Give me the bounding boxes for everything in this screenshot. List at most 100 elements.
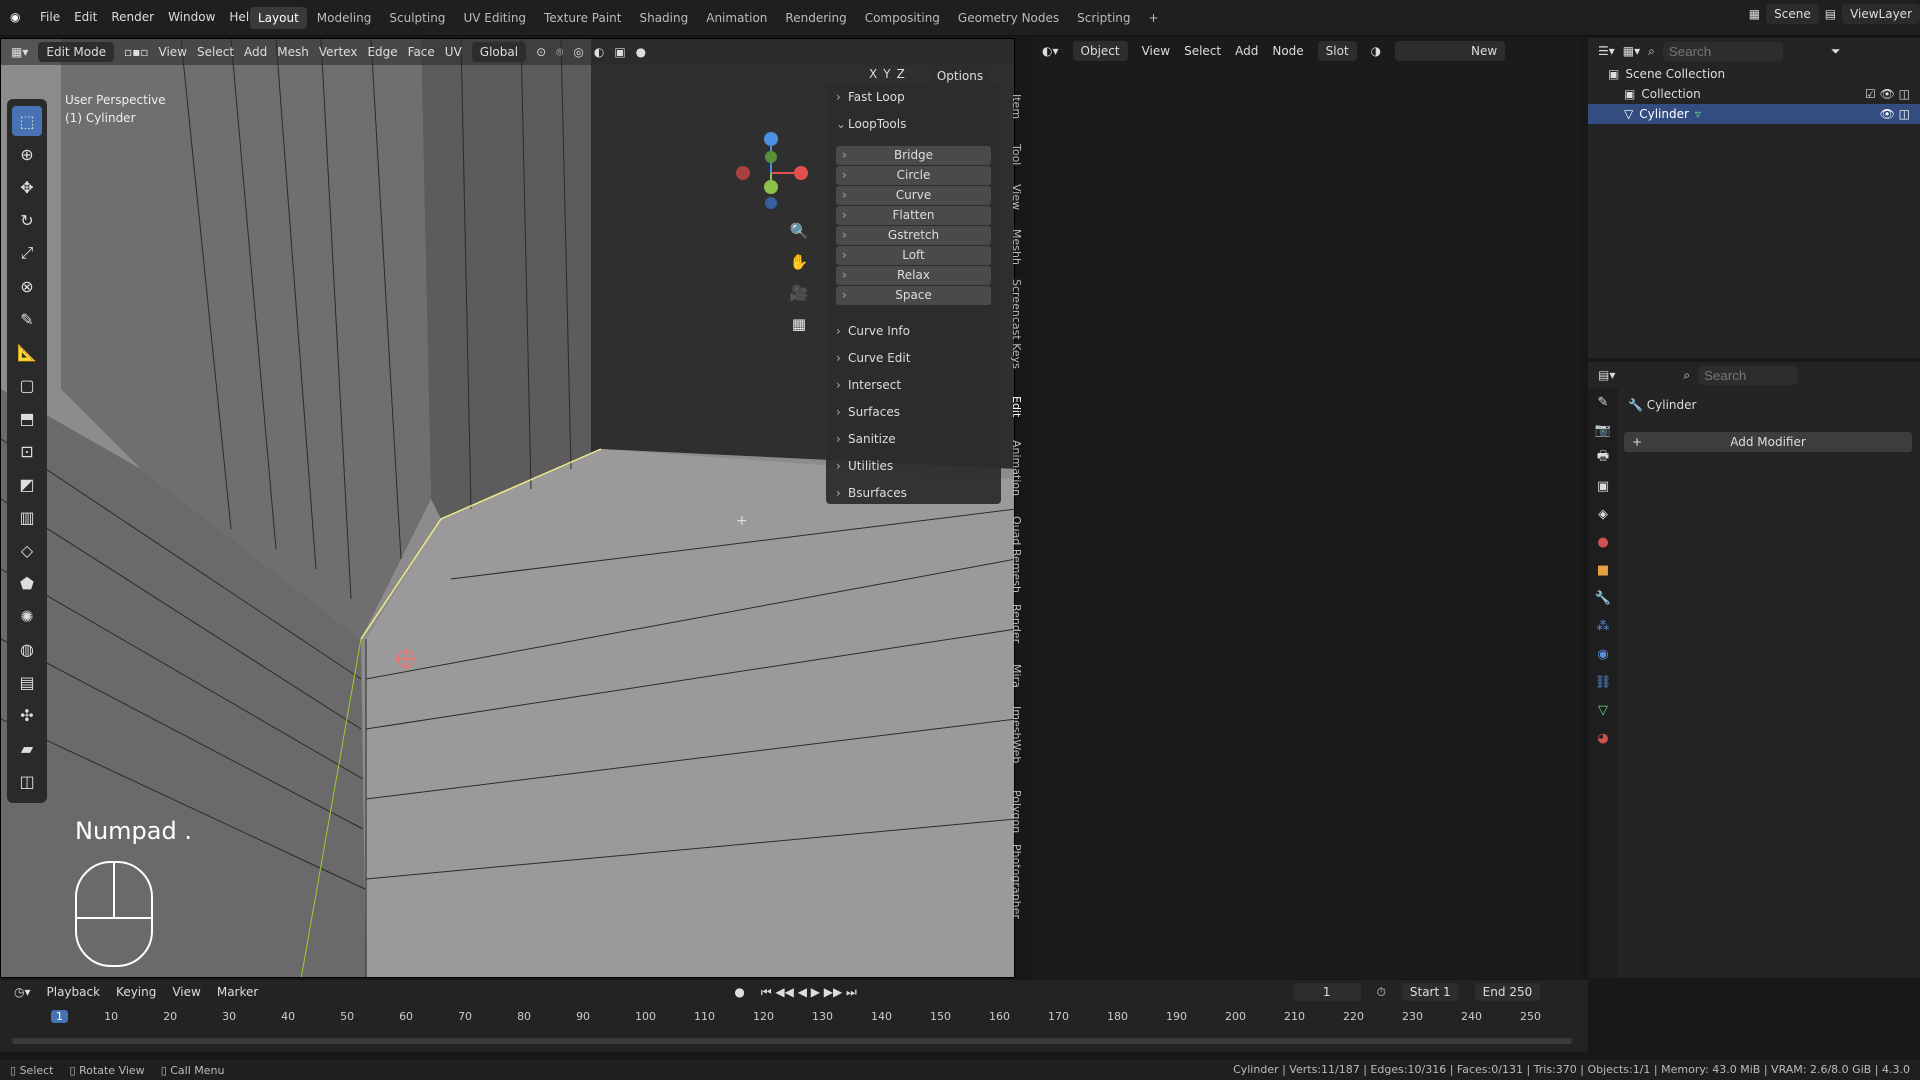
view-layer-icon[interactable]: ▣ <box>1588 472 1618 500</box>
material-browse-icon[interactable]: ◑ <box>1371 44 1381 58</box>
spin-tool-icon[interactable]: ✺ <box>12 601 42 631</box>
overlay-icon[interactable]: ◐ <box>594 45 604 59</box>
modifier-wrench-icon[interactable]: 🔧 <box>1588 584 1618 612</box>
tab-modeling[interactable]: Modeling <box>309 7 380 29</box>
display-mode-icon[interactable]: ▦▾ <box>1623 44 1640 58</box>
looptools-curve-button[interactable]: › Curve <box>836 186 991 205</box>
edge-slide-tool-icon[interactable]: ▤ <box>12 667 42 697</box>
tab-shading[interactable]: Shading <box>631 7 696 29</box>
blender-logo-icon[interactable]: ◉ <box>10 10 26 26</box>
add-modifier-button[interactable]: + Add Modifier <box>1624 432 1912 452</box>
menu-edit[interactable]: Edit <box>74 10 97 26</box>
outliner-cylinder[interactable]: ▽ Cylinder ▿ 👁 ◫ <box>1588 104 1920 124</box>
add-cube-tool-icon[interactable]: ▢ <box>12 370 42 400</box>
move-tool-icon[interactable]: ✥ <box>12 172 42 202</box>
extrude-tool-icon[interactable]: ⬒ <box>12 403 42 433</box>
editor-type-icon[interactable]: ▦▾ <box>11 45 28 59</box>
transform-tool-icon[interactable]: ⊗ <box>12 271 42 301</box>
render-icon[interactable]: 📷 <box>1588 416 1618 444</box>
properties-search-input[interactable] <box>1698 365 1799 385</box>
tab-render[interactable]: Render <box>1003 604 1023 643</box>
tab-tool[interactable]: Tool <box>1003 144 1023 165</box>
world-icon[interactable]: ● <box>1588 528 1618 556</box>
scale-tool-icon[interactable]: ⤢ <box>12 238 42 268</box>
poly-build-tool-icon[interactable]: ⬟ <box>12 568 42 598</box>
record-icon[interactable]: ● <box>734 985 744 999</box>
shading-solid-icon[interactable]: ● <box>636 45 646 59</box>
node-editor-type-icon[interactable]: ◐▾ <box>1042 44 1059 58</box>
timeline-menu-playback[interactable]: Playback <box>47 985 101 999</box>
mesh-data-icon[interactable]: ▽ <box>1588 696 1618 724</box>
cursor-tool-icon[interactable]: ⊕ <box>12 139 42 169</box>
tab-screencast-keys[interactable]: Screencast Keys <box>1003 279 1023 369</box>
current-frame-field[interactable]: 1 <box>1292 983 1361 1001</box>
bevel-tool-icon[interactable]: ◩ <box>12 469 42 499</box>
tab-imeshweb[interactable]: ImeshWeb <box>1003 706 1023 763</box>
tab-animation[interactable]: Animation <box>1003 440 1023 496</box>
proportional-icon[interactable]: ◎ <box>573 45 583 59</box>
tab-quad-remesh[interactable]: Quad Remesh <box>1003 516 1023 593</box>
camera-icon[interactable]: 🎥 <box>785 279 813 307</box>
tool-settings-icon[interactable]: ✎ <box>1588 388 1618 416</box>
looptools-space-button[interactable]: › Space <box>836 286 991 305</box>
looptools-loft-button[interactable]: › Loft <box>836 246 991 265</box>
tab-edit[interactable]: Edit <box>1003 396 1023 417</box>
tab-item[interactable]: Item <box>1003 94 1023 119</box>
timeline-ruler[interactable]: 1 10 20 30 40 50 60 70 80 90 100 110 120 130 140 150 160… <box>0 1010 1588 1030</box>
material-icon[interactable]: ◕ <box>1588 724 1618 752</box>
outliner-type-icon[interactable]: ☰▾ <box>1598 44 1615 58</box>
panel-curve-edit[interactable]: › Curve Edit <box>836 351 910 365</box>
loop-cut-tool-icon[interactable]: ▥ <box>12 502 42 532</box>
inset-tool-icon[interactable]: ⊡ <box>12 436 42 466</box>
panel-utilities[interactable]: › Utilities <box>836 459 893 473</box>
tab-texture-paint[interactable]: Texture Paint <box>536 7 629 29</box>
vp-menu-face[interactable]: Face <box>408 45 435 59</box>
viewlayer-field[interactable]: ViewLayer <box>1842 4 1920 24</box>
axis-x-toggle[interactable]: X <box>869 67 877 85</box>
pan-hand-icon[interactable]: ✋ <box>785 248 813 276</box>
add-workspace-button[interactable]: + <box>1141 7 1167 29</box>
scene-field[interactable]: Scene <box>1766 4 1819 24</box>
tab-geometry-nodes[interactable]: Geometry Nodes <box>950 7 1067 29</box>
shader-object-selector[interactable]: Object <box>1072 41 1128 61</box>
node-menu-view[interactable]: View <box>1142 44 1170 58</box>
xray-icon[interactable]: ▣ <box>614 45 625 59</box>
select-box-tool-icon[interactable]: ⬚ <box>12 106 42 136</box>
particles-icon[interactable]: ⁂ <box>1588 612 1618 640</box>
properties-type-icon[interactable]: ▤▾ <box>1598 368 1615 382</box>
pivot-icon[interactable]: ⊙ <box>536 45 546 59</box>
menu-render[interactable]: Render <box>111 10 154 26</box>
grid-perspective-icon[interactable]: ▦ <box>785 310 813 338</box>
timeline-type-icon[interactable]: ◷▾ <box>14 985 31 999</box>
annotate-tool-icon[interactable]: ✎ <box>12 304 42 334</box>
panel-surfaces[interactable]: › Surfaces <box>836 405 900 419</box>
measure-tool-icon[interactable]: 📐 <box>12 337 42 367</box>
tab-layout[interactable]: Layout <box>250 7 307 29</box>
vp-menu-uv[interactable]: UV <box>445 45 462 59</box>
tab-view[interactable]: View <box>1003 184 1023 210</box>
physics-icon[interactable]: ◉ <box>1588 640 1618 668</box>
zoom-icon[interactable]: 🔍 <box>785 217 813 245</box>
filter-icon[interactable]: ⏷ <box>1831 44 1841 59</box>
scene-icon[interactable]: ◈ <box>1588 500 1618 528</box>
shear-tool-icon[interactable]: ▰ <box>12 733 42 763</box>
outliner-search-input[interactable] <box>1662 41 1783 61</box>
start-frame-field[interactable]: Start 1 <box>1401 983 1459 1001</box>
looptools-gstretch-button[interactable]: › Gstretch <box>836 226 991 245</box>
timeline-menu-marker[interactable]: Marker <box>217 985 258 999</box>
panel-looptools[interactable]: ⌄ LoopTools <box>836 117 906 131</box>
menu-file[interactable]: File <box>40 10 60 26</box>
tab-meshh[interactable]: Meshh <box>1003 229 1023 265</box>
vp-menu-select[interactable]: Select <box>197 45 234 59</box>
tab-uv-editing[interactable]: UV Editing <box>455 7 534 29</box>
tab-compositing[interactable]: Compositing <box>857 7 948 29</box>
tab-polygon[interactable]: Polygon <box>1003 790 1023 833</box>
select-mode-icons[interactable]: ▫▪▫ <box>124 45 148 59</box>
output-icon[interactable]: 🖶 <box>1588 444 1618 472</box>
timeline-menu-keying[interactable]: Keying <box>116 985 156 999</box>
object-icon[interactable]: ■ <box>1588 556 1618 584</box>
end-frame-field[interactable]: End 250 <box>1474 983 1541 1001</box>
vp-menu-edge[interactable]: Edge <box>367 45 397 59</box>
tab-scripting[interactable]: Scripting <box>1069 7 1138 29</box>
rip-tool-icon[interactable]: ◫ <box>12 766 42 796</box>
